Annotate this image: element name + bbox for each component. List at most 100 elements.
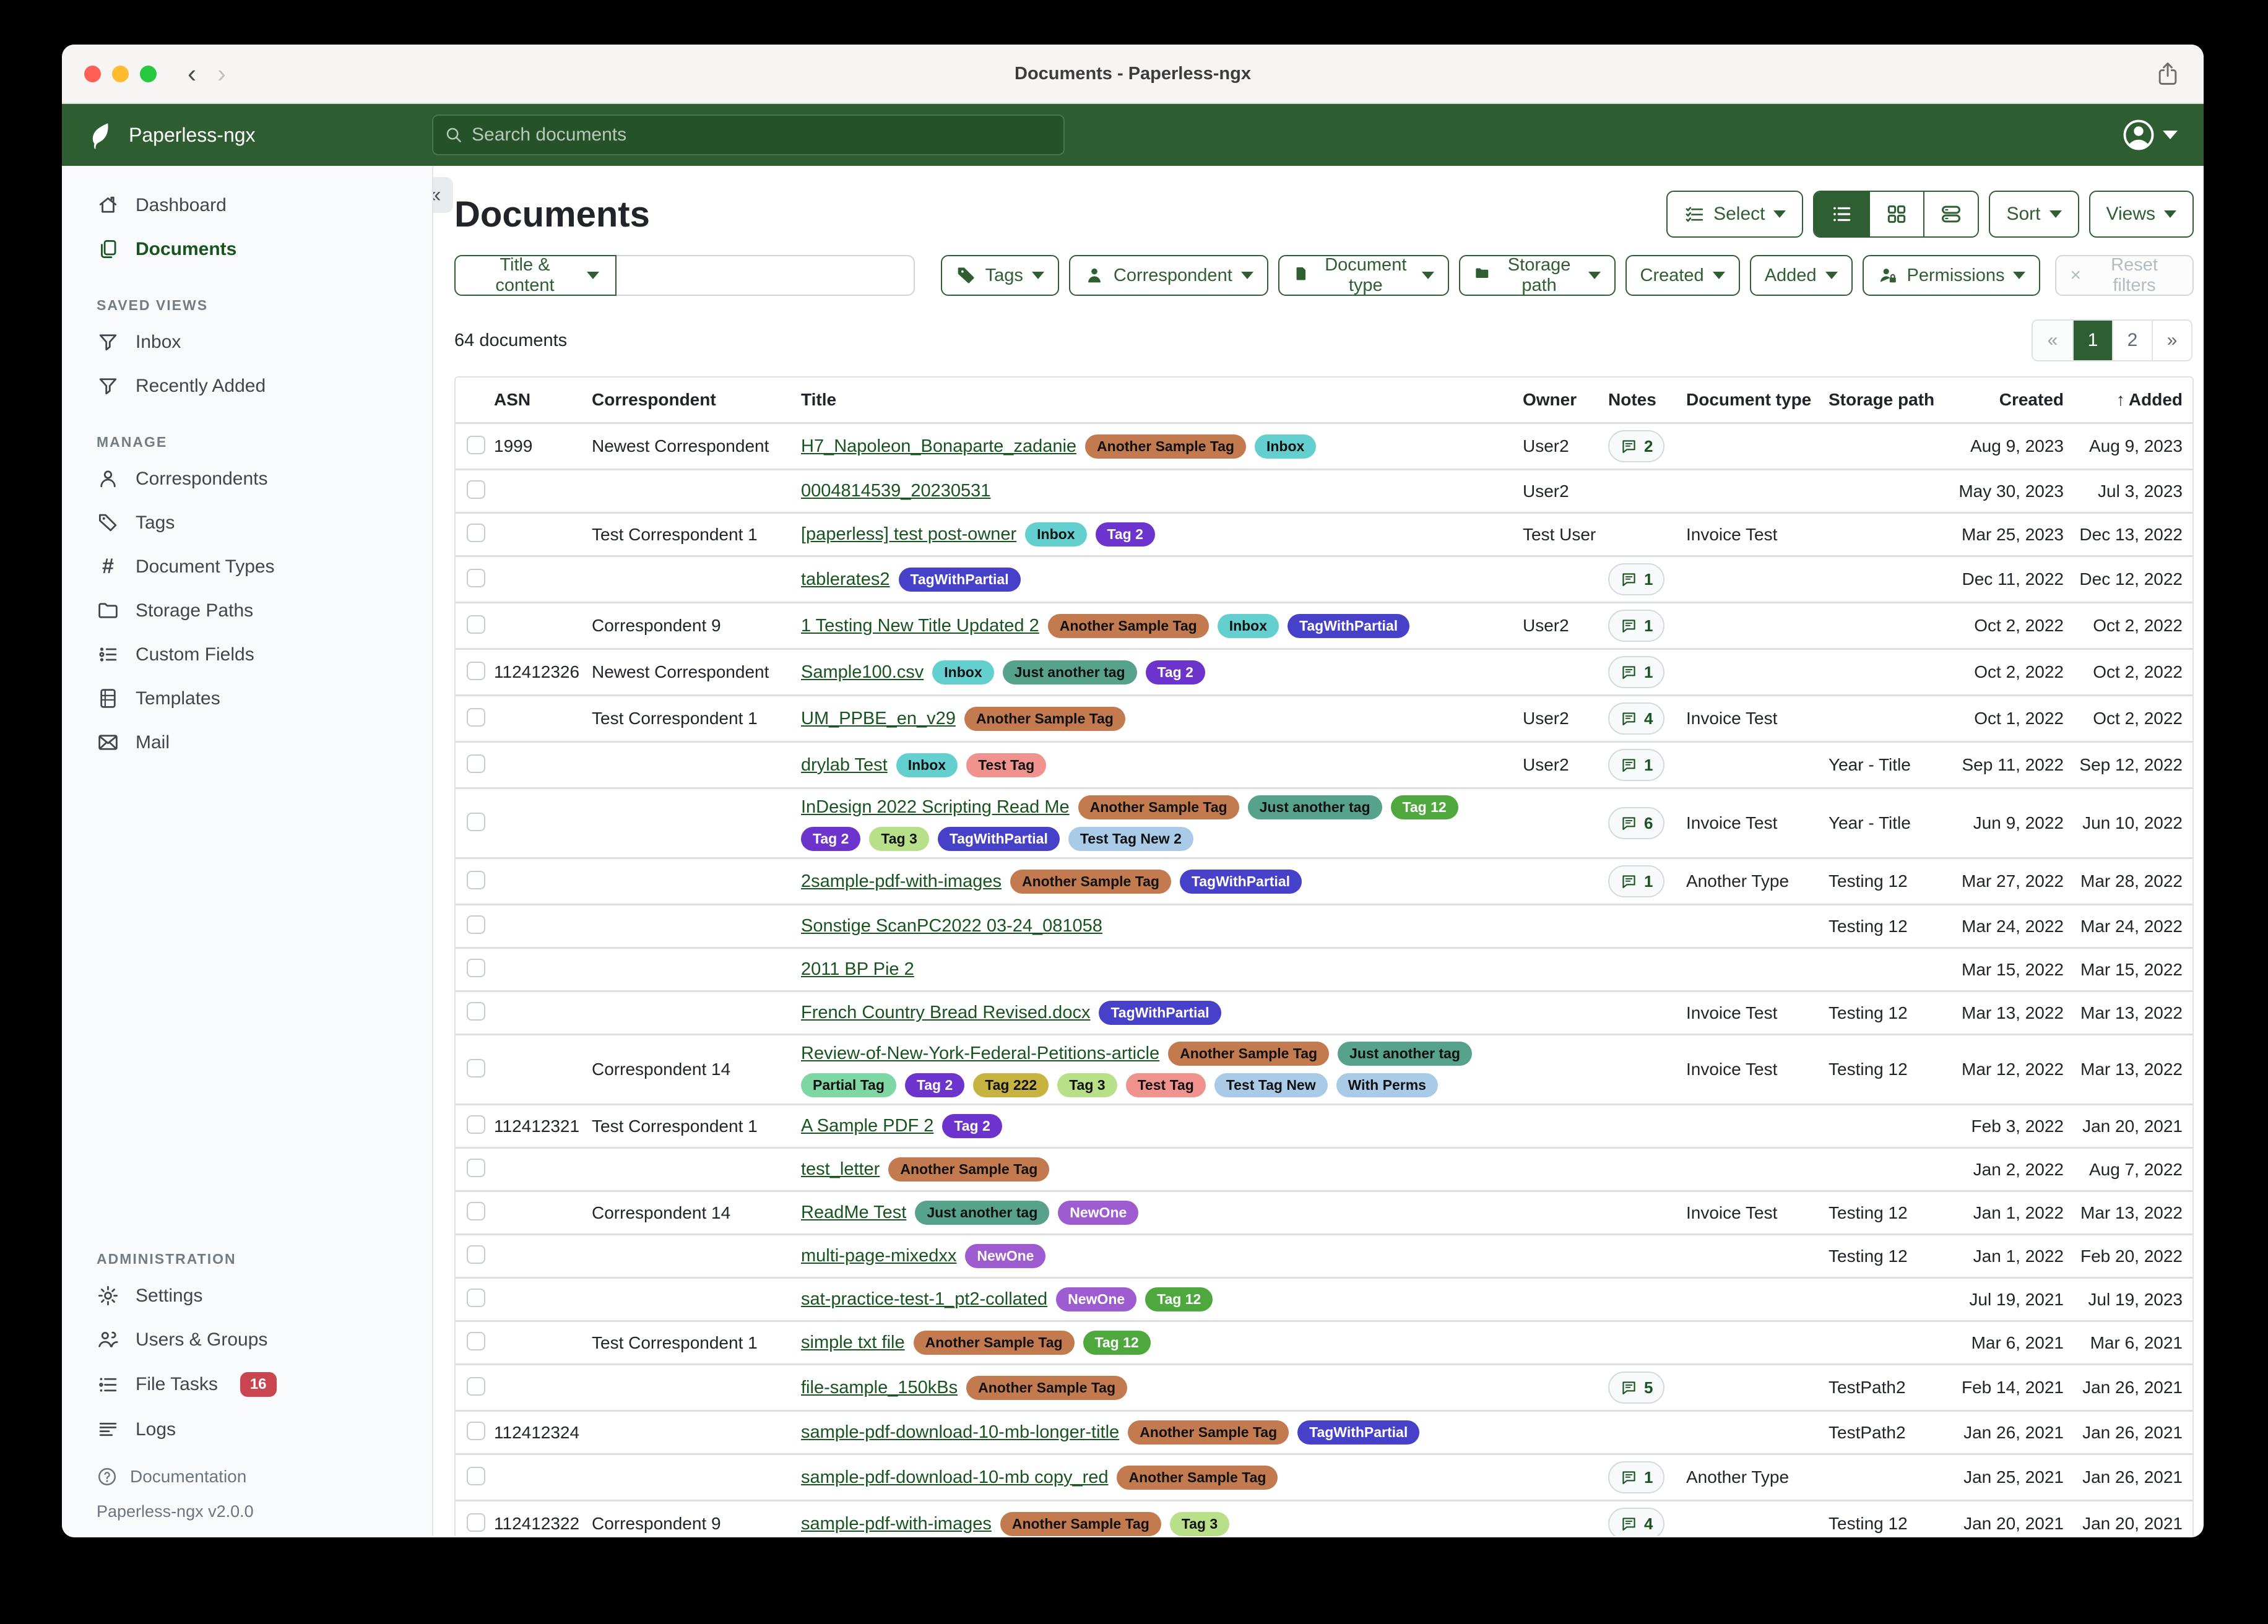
documentation-link[interactable]: Documentation [97, 1458, 413, 1496]
share-icon[interactable] [2154, 60, 2181, 87]
filter-button-storage-path[interactable]: Storage path [1459, 255, 1615, 296]
filter-button-tags[interactable]: Tags [941, 255, 1059, 296]
tag-pill[interactable]: TagWithPartial [1180, 870, 1302, 894]
tag-pill[interactable]: Another Sample Tag [1078, 795, 1239, 819]
tag-pill[interactable]: TagWithPartial [938, 827, 1060, 851]
row-checkbox[interactable] [467, 1245, 485, 1264]
notes-badge[interactable]: 1 [1608, 749, 1664, 781]
notes-badge[interactable]: 1 [1608, 656, 1664, 688]
document-title-link[interactable]: file-sample_150kBs [801, 1378, 958, 1398]
grid-view-button[interactable] [1869, 192, 1923, 236]
document-title-link[interactable]: sample-pdf-download-10-mb-longer-title [801, 1422, 1119, 1443]
pagination-next-button[interactable]: » [2152, 321, 2191, 360]
document-title-link[interactable]: UM_PPBE_en_v29 [801, 709, 956, 729]
notes-badge[interactable]: 5 [1608, 1371, 1664, 1404]
tag-pill[interactable]: Test Tag New 2 [1068, 827, 1193, 851]
tag-pill[interactable]: NewOne [965, 1244, 1045, 1268]
tag-pill[interactable]: Tag 2 [801, 827, 860, 851]
tag-pill[interactable]: TagWithPartial [1099, 1001, 1221, 1025]
filter-button-document-type[interactable]: Document type [1278, 255, 1449, 296]
column-header-title[interactable]: Title [801, 390, 1523, 410]
sidebar-item-file-tasks[interactable]: File Tasks16 [62, 1362, 432, 1407]
tag-pill[interactable]: TagWithPartial [1288, 614, 1409, 638]
document-title-link[interactable]: H7_Napoleon_Bonaparte_zadanie [801, 436, 1076, 457]
list-view-button[interactable] [1814, 192, 1869, 236]
row-checkbox[interactable] [467, 1289, 485, 1307]
sidebar-item-recently-added[interactable]: Recently Added [62, 364, 432, 408]
tag-pill[interactable]: With Perms [1336, 1073, 1438, 1097]
tag-pill[interactable]: Test Tag [1126, 1073, 1206, 1097]
document-title-link[interactable]: sample-pdf-download-10-mb copy_red [801, 1467, 1108, 1488]
document-title-link[interactable]: French Country Bread Revised.docx [801, 1003, 1090, 1023]
row-checkbox[interactable] [467, 524, 485, 542]
pagination-page-1[interactable]: 1 [2072, 321, 2112, 360]
brand[interactable]: Paperless-ngx [88, 121, 432, 149]
search-input[interactable] [472, 124, 1052, 145]
tag-pill[interactable]: Another Sample Tag [914, 1331, 1075, 1355]
notes-badge[interactable]: 6 [1608, 807, 1664, 839]
tag-pill[interactable]: NewOne [1058, 1201, 1138, 1225]
tag-pill[interactable]: Tag 12 [1145, 1287, 1213, 1311]
tag-pill[interactable]: NewOne [1056, 1287, 1136, 1311]
document-title-link[interactable]: multi-page-mixedxx [801, 1246, 956, 1266]
document-title-link[interactable]: tablerates2 [801, 569, 890, 590]
column-header-notes[interactable]: Notes [1608, 390, 1686, 410]
cards-view-button[interactable] [1923, 192, 1978, 236]
sidebar-item-settings[interactable]: Settings [62, 1274, 432, 1318]
title-content-dropdown[interactable]: Title & content [454, 255, 617, 296]
tag-pill[interactable]: Another Sample Tag [1168, 1042, 1329, 1066]
document-title-link[interactable]: 2011 BP Pie 2 [801, 959, 914, 980]
tag-pill[interactable]: Another Sample Tag [964, 707, 1125, 731]
notes-badge[interactable]: 1 [1608, 1461, 1664, 1493]
filter-button-permissions[interactable]: Permissions [1863, 255, 2041, 296]
tag-pill[interactable]: Another Sample Tag [888, 1157, 1049, 1181]
filter-button-correspondent[interactable]: Correspondent [1069, 255, 1268, 296]
column-header-owner[interactable]: Owner [1523, 390, 1608, 410]
tag-pill[interactable]: Tag 2 [942, 1114, 1002, 1138]
column-header-added[interactable]: ↑Added [2071, 390, 2192, 410]
tag-pill[interactable]: Another Sample Tag [1117, 1466, 1278, 1490]
row-checkbox[interactable] [467, 871, 485, 889]
document-title-link[interactable]: [paperless] test post-owner [801, 524, 1016, 545]
user-menu[interactable] [2122, 118, 2178, 152]
tag-pill[interactable]: Tag 222 [973, 1073, 1049, 1097]
row-checkbox[interactable] [467, 1002, 485, 1021]
tag-pill[interactable]: Tag 12 [1391, 795, 1458, 819]
notes-badge[interactable]: 1 [1608, 610, 1664, 642]
column-header-document-type[interactable]: Document type [1686, 390, 1829, 410]
tag-pill[interactable]: Tag 12 [1083, 1331, 1151, 1355]
tag-pill[interactable]: Another Sample Tag [1000, 1512, 1161, 1536]
sidebar-item-templates[interactable]: Templates [62, 676, 432, 720]
document-title-link[interactable]: InDesign 2022 Scripting Read Me [801, 797, 1070, 818]
sidebar-item-inbox[interactable]: Inbox [62, 320, 432, 364]
filter-button-created[interactable]: Created [1625, 255, 1740, 296]
row-checkbox[interactable] [467, 915, 485, 934]
sort-button[interactable]: Sort [1989, 191, 2079, 238]
row-checkbox[interactable] [467, 1202, 485, 1220]
column-header-created[interactable]: Created [1947, 390, 2071, 410]
sidebar-item-custom-fields[interactable]: Custom Fields [62, 633, 432, 676]
select-button[interactable]: Select [1666, 191, 1803, 238]
tag-pill[interactable]: Tag 3 [869, 827, 928, 851]
tag-pill[interactable]: Tag 3 [1057, 1073, 1117, 1097]
tag-pill[interactable]: Test Tag New [1214, 1073, 1328, 1097]
sidebar-item-correspondents[interactable]: Correspondents [62, 457, 432, 501]
tag-pill[interactable]: Inbox [1218, 614, 1279, 638]
row-checkbox[interactable] [467, 813, 485, 831]
document-title-link[interactable]: drylab Test [801, 755, 888, 775]
tag-pill[interactable]: Another Sample Tag [1048, 614, 1209, 638]
row-checkbox[interactable] [467, 1059, 485, 1078]
tag-pill[interactable]: Just another tag [915, 1201, 1049, 1225]
tag-pill[interactable]: Tag 2 [905, 1073, 964, 1097]
tag-pill[interactable]: TagWithPartial [899, 568, 1021, 592]
row-checkbox[interactable] [467, 662, 485, 680]
document-title-link[interactable]: ReadMe Test [801, 1203, 906, 1223]
document-title-link[interactable]: 0004814539_20230531 [801, 481, 990, 501]
tag-pill[interactable]: Just another tag [1003, 660, 1137, 685]
document-title-link[interactable]: sat-practice-test-1_pt2-collated [801, 1289, 1047, 1310]
sidebar-item-dashboard[interactable]: Dashboard [62, 183, 432, 227]
tag-pill[interactable]: Test Tag [966, 753, 1046, 777]
notes-badge[interactable]: 1 [1608, 865, 1664, 897]
tag-pill[interactable]: Another Sample Tag [966, 1376, 1127, 1400]
tag-pill[interactable]: Inbox [1025, 522, 1086, 546]
